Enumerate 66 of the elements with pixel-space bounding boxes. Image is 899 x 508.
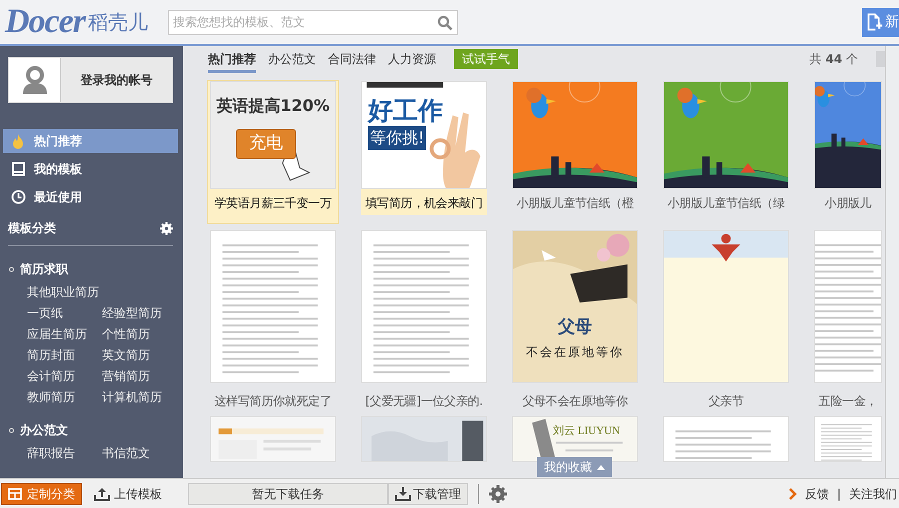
category-heading[interactable]: 简历求职 bbox=[20, 260, 68, 278]
category-link[interactable]: 应届生简历 bbox=[27, 324, 102, 342]
promo-text: 英语提高120% bbox=[215, 95, 331, 117]
chevron-right-icon bbox=[788, 488, 797, 500]
category-link[interactable]: 会计简历 bbox=[27, 366, 102, 384]
fire-icon bbox=[11, 133, 26, 149]
category-link[interactable]: 其他职业简历 bbox=[27, 282, 102, 300]
category-link[interactable]: 经验型简历 bbox=[102, 304, 177, 322]
category-link[interactable]: 辞职报告 bbox=[27, 444, 102, 462]
customize-button[interactable]: 定制分类 bbox=[1, 482, 82, 504]
sidebar-item[interactable]: 我的模板 bbox=[3, 157, 178, 181]
download-status: 暂无下载任务 bbox=[188, 482, 388, 504]
promo-text: 好工作 bbox=[368, 95, 443, 127]
layout-icon bbox=[8, 488, 22, 500]
promo-text: 刘云 LIUYUN bbox=[553, 424, 620, 439]
login-button[interactable]: 登录我的帐号 bbox=[61, 58, 172, 102]
promo-text: 等你挑! bbox=[368, 126, 426, 150]
category-link[interactable]: 教师简历 bbox=[27, 388, 102, 406]
tab[interactable]: 热门推荐 bbox=[208, 46, 256, 72]
search-field[interactable]: 搜索您想找的模板、范文 bbox=[168, 10, 458, 34]
follow-link[interactable]: 关注我们 bbox=[849, 484, 897, 502]
tab[interactable]: 合同法律 bbox=[328, 46, 376, 72]
feedback-link[interactable]: 反馈 bbox=[804, 484, 829, 502]
template-title[interactable]: 学英语月薪三千变一万 bbox=[210, 189, 336, 215]
sidebar-item[interactable]: 最近使用 bbox=[3, 185, 178, 209]
template-card[interactable]: 英语提高120% 充电 学英语月薪三千变一万 bbox=[207, 80, 339, 224]
promo-text: 父母 bbox=[556, 316, 593, 339]
upload-icon bbox=[94, 486, 110, 500]
template-title[interactable]: 填写简历，机会来敲门 bbox=[361, 189, 487, 215]
template-title[interactable]: 小朋版儿童节信纸（橙 bbox=[512, 189, 638, 215]
template-title[interactable]: 这样写简历你就死定了 bbox=[210, 383, 336, 409]
section-title: 模板分类 bbox=[8, 220, 56, 237]
promo-button: 充电 bbox=[236, 129, 296, 158]
template-title[interactable]: 父母不会在原地等你 bbox=[512, 383, 638, 409]
category-link[interactable]: 一页纸 bbox=[27, 304, 102, 322]
promo-text: 不会在原地等你 bbox=[525, 344, 625, 361]
tab[interactable]: 人力资源 bbox=[388, 46, 436, 72]
download-icon bbox=[395, 486, 411, 500]
template-title[interactable]: 五险一金， bbox=[814, 383, 882, 409]
category-link[interactable]: 英文简历 bbox=[102, 346, 177, 364]
logo: Docer bbox=[5, 5, 85, 39]
category-link[interactable]: 简历封面 bbox=[27, 346, 102, 364]
search-icon bbox=[436, 14, 453, 30]
frame-icon bbox=[11, 161, 26, 177]
item-count: 共 44 个 bbox=[810, 51, 858, 68]
template-title[interactable]: 小朋版儿 bbox=[814, 189, 882, 215]
bullet-icon bbox=[9, 428, 14, 432]
settings-icon[interactable] bbox=[489, 484, 507, 502]
download-manager-button[interactable]: 下载管理 bbox=[388, 482, 468, 504]
document-plus-icon bbox=[866, 11, 883, 33]
category-link[interactable]: 个性简历 bbox=[102, 324, 177, 342]
template-title[interactable]: 父亲节 bbox=[663, 383, 789, 409]
category-link[interactable]: 计算机简历 bbox=[102, 388, 177, 406]
logo-text: 稻壳儿 bbox=[88, 9, 148, 36]
category-link[interactable]: 营销简历 bbox=[102, 366, 177, 384]
caret-up-icon bbox=[597, 464, 605, 470]
template-title[interactable]: [父爱无疆]一位父亲的. bbox=[361, 383, 487, 409]
category-heading[interactable]: 办公范文 bbox=[20, 421, 68, 439]
upload-button[interactable]: 上传模板 bbox=[88, 484, 168, 504]
category-link[interactable]: 书信范文 bbox=[102, 444, 177, 462]
separator: | bbox=[836, 486, 841, 502]
new-button[interactable]: 新 bbox=[862, 8, 899, 36]
tab[interactable]: 办公范文 bbox=[268, 46, 316, 72]
bullet-icon bbox=[9, 266, 14, 272]
template-title[interactable]: 小朋版儿童节信纸（绿 bbox=[663, 189, 789, 215]
clock-icon bbox=[11, 189, 26, 205]
